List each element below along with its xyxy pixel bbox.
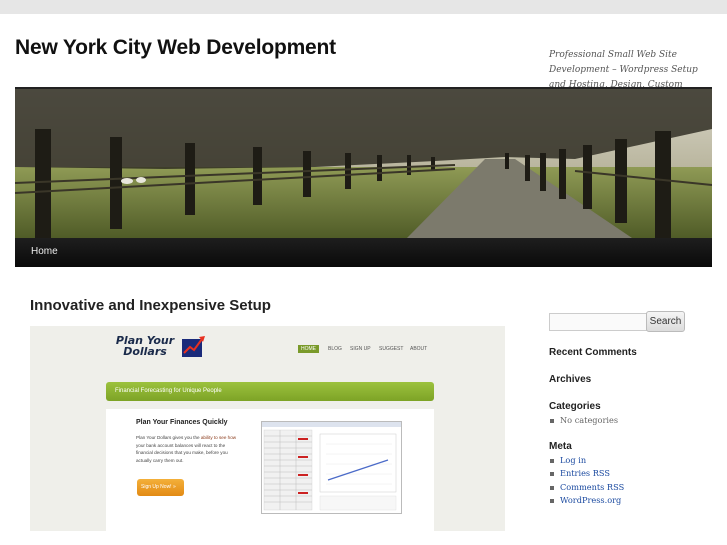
meta-link-comments-rss[interactable]: Comments RSS [560,482,624,492]
screenshot-nav-signup: SIGN UP [350,346,371,352]
no-categories-text: No categories [560,415,619,425]
post-title[interactable]: Innovative and Inexpensive Setup [30,297,271,314]
meta-title: Meta [549,441,572,452]
post-screenshot-image: Plan Your Dollars HOME BLOG SIGN UP SUGG… [30,326,505,531]
screenshot-nav-blog: BLOG [328,346,342,352]
plan-your-dollars-logo: Plan Your Dollars [110,335,180,357]
screenshot-nav-suggest: SUGGEST [379,346,404,352]
categories-list: No categories [549,414,618,427]
screenshot-body-line-4: actually carry them out. [136,457,184,463]
meta-link-log-in[interactable]: Log in [560,455,586,465]
screenshot-banner: Financial Forecasting for Unique People [106,382,434,401]
list-item: Log in [549,454,624,467]
screenshot-heading: Plan Your Finances Quickly [136,419,228,426]
site-title[interactable]: New York City Web Development [15,36,336,60]
logo-line-2: Dollars [123,345,167,358]
screenshot-signup-button: Sign Up Now! » [137,479,184,496]
screenshot-spreadsheet-chart [261,421,402,514]
recent-comments-title: Recent Comments [549,347,637,358]
list-item: WordPress.org [549,494,624,507]
meta-link-entries-rss[interactable]: Entries RSS [560,468,610,478]
screenshot-signup-label: Sign Up Now! » [141,484,176,490]
search-button[interactable]: Search [646,311,685,332]
screenshot-page: Plan Your Dollars HOME BLOG SIGN UP SUGG… [30,326,505,531]
screenshot-body-line-1: Plan Your Dollars gives you the [136,435,200,440]
list-item: Comments RSS [549,481,624,494]
screenshot-body: Plan Your Dollars gives you the ability … [136,434,254,464]
archives-title: Archives [549,374,592,385]
screenshot-body-highlight: ability to see how [200,435,237,440]
screenshot-banner-text: Financial Forecasting for Unique People [115,388,222,394]
list-item: No categories [549,414,618,427]
screenshot-nav-home: HOME [298,345,319,353]
screenshot-nav-about: ABOUT [410,346,428,352]
screenshot-body-line-2: your bank account balances will react to… [136,442,226,448]
header-image [15,87,712,240]
screenshot-feature-panel: Plan Your Finances Quickly Plan Your Dol… [106,409,434,531]
meta-list: Log in Entries RSS Comments RSS WordPres… [549,454,624,507]
list-item: Entries RSS [549,467,624,480]
screenshot-body-line-3: financial decisions that you make, befor… [136,450,228,456]
main-navigation: Home [15,238,712,267]
chart-arrow-icon [182,336,205,357]
meta-link-wordpress-org[interactable]: WordPress.org [560,495,621,505]
nav-item-home[interactable]: Home [31,246,58,257]
search-input[interactable] [549,313,647,331]
categories-title: Categories [549,401,601,412]
